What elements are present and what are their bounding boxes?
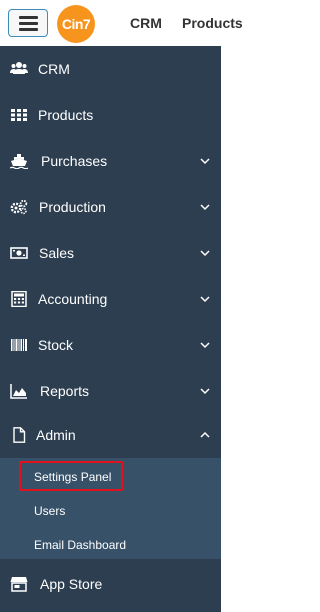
top-link-products[interactable]: Products (182, 15, 243, 31)
store-icon (10, 576, 28, 592)
sidebar-item-sales[interactable]: Sales (0, 230, 221, 276)
hamburger-icon-bar (19, 22, 38, 25)
sidebar-item-crm[interactable]: CRM (0, 46, 221, 92)
money-icon (10, 245, 28, 261)
sidebar-item-purchases[interactable]: Purchases (0, 138, 221, 184)
grid-icon (10, 107, 28, 123)
barcode-icon (10, 337, 28, 353)
sidebar-item-label: Accounting (38, 291, 108, 307)
sidebar-item-label: Purchases (41, 153, 108, 169)
sidebar-item-products[interactable]: Products (0, 92, 221, 138)
ship-icon (10, 153, 28, 169)
hamburger-icon (19, 16, 38, 19)
hamburger-menu-button[interactable] (8, 9, 48, 37)
chevron-down-icon (199, 201, 211, 213)
sidebar-item-label: Sales (39, 245, 75, 261)
sidebar-item-label: App Store (40, 576, 103, 592)
sidebar-item-production[interactable]: Production (0, 184, 221, 230)
sidebar-item-app-store[interactable]: App Store (0, 561, 221, 607)
sidebar-item-stock[interactable]: Stock (0, 322, 221, 368)
submenu-item-label: Users (34, 504, 66, 518)
chevron-up-icon (199, 429, 211, 441)
sidebar-item-reports[interactable]: Reports (0, 368, 221, 414)
top-bar: Cin7 CRM Products (0, 0, 258, 46)
calculator-icon (10, 291, 28, 307)
top-link-crm[interactable]: CRM (130, 15, 162, 31)
file-icon (10, 427, 28, 443)
sidebar-item-label: Production (39, 199, 106, 215)
chevron-down-icon (199, 293, 211, 305)
gears-icon (10, 199, 28, 215)
highlight-box (19, 461, 123, 491)
chevron-down-icon (199, 247, 211, 259)
sidebar-item-accounting[interactable]: Accounting (0, 276, 221, 322)
chevron-down-icon (199, 385, 211, 397)
area-chart-icon (10, 383, 28, 399)
sidebar-item-label: CRM (38, 61, 70, 77)
chevron-down-icon (199, 339, 211, 351)
users-icon (10, 61, 28, 77)
sidebar-item-label: Products (38, 107, 94, 123)
sidebar-item-label: Stock (38, 337, 74, 353)
sidebar-item-label: Reports (40, 383, 90, 399)
submenu-item-users[interactable]: Users (0, 494, 221, 527)
sidebar-item-label: Admin (36, 427, 76, 443)
submenu-item-label: Email Dashboard (34, 538, 127, 552)
sidebar-item-admin[interactable]: Admin (0, 412, 221, 458)
hamburger-icon-bar (19, 28, 38, 31)
submenu-item-email-dashboard[interactable]: Email Dashboard (0, 528, 221, 561)
cin7-logo[interactable]: Cin7 (57, 5, 95, 43)
chevron-down-icon (199, 155, 211, 167)
